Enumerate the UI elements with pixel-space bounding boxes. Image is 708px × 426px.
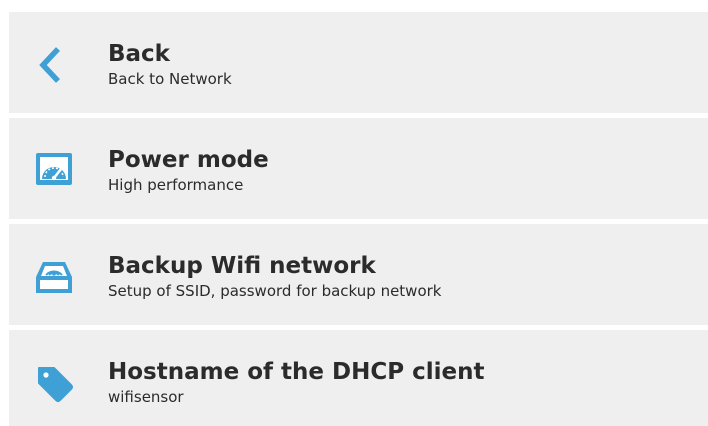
menu-item-title: Backup Wifi network — [108, 253, 376, 279]
tag-icon — [34, 363, 74, 403]
menu-item-title: Power mode — [108, 147, 269, 173]
menu-item-hostname[interactable]: Hostname of the DHCP client wifisensor — [9, 330, 708, 426]
menu-item-subtitle: Back to Network — [108, 70, 232, 88]
menu-item-subtitle: Setup of SSID, password for backup netwo… — [108, 282, 442, 300]
menu-item-back[interactable]: Back Back to Network — [9, 12, 708, 113]
menu-item-subtitle: wifisensor — [108, 388, 184, 406]
gauge-icon — [34, 151, 74, 191]
chevron-left-icon — [34, 45, 74, 85]
menu-item-backup-wifi[interactable]: Backup Wifi network Setup of SSID, passw… — [9, 224, 708, 325]
menu-item-title: Hostname of the DHCP client — [108, 359, 485, 385]
settings-menu: Back Back to Network Power mode High per… — [9, 12, 708, 426]
wifi-tray-icon — [34, 257, 74, 297]
menu-item-subtitle: High performance — [108, 176, 244, 194]
menu-item-power-mode[interactable]: Power mode High performance — [9, 118, 708, 219]
menu-item-title: Back — [108, 41, 170, 67]
